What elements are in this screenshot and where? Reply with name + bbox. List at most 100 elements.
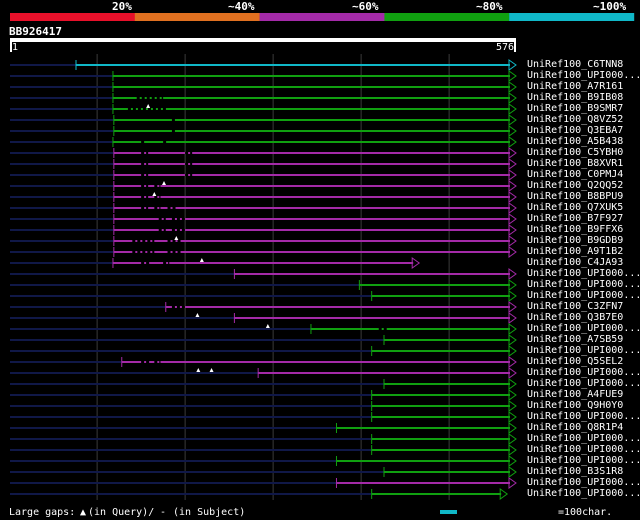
hit-label[interactable]: UniRef100_C5YBH0: [527, 147, 623, 158]
hit-arrowhead: [508, 466, 517, 478]
hit-arrowhead: [508, 59, 517, 71]
hit-label[interactable]: UniRef100_UPI000...: [527, 323, 640, 334]
hit-label[interactable]: UniRef100_A5B438: [527, 136, 623, 147]
hit-label[interactable]: UniRef100_Q5SEL2: [527, 356, 623, 367]
hit-arrowhead: [508, 191, 517, 203]
hit-arrowhead: [508, 70, 517, 82]
hit-label[interactable]: UniRef100_C4JA93: [527, 257, 623, 268]
hit-query-gap-marker: [152, 192, 157, 196]
hit-label[interactable]: UniRef100_Q3B7E0: [527, 312, 623, 323]
gaps-legend-in-query: (in Query)/: [88, 507, 155, 518]
legend-color-segment: [384, 13, 510, 21]
blast-hit-overview: 20% ~40% ~60% ~80% ~100% BB926417 1 576 …: [0, 0, 640, 520]
hit-label[interactable]: UniRef100_Q2QQ52: [527, 180, 623, 191]
hit-label[interactable]: UniRef100_B9FFX6: [527, 224, 623, 235]
hit-arrowhead: [508, 312, 517, 324]
query-bar: [10, 38, 516, 42]
hit-query-gap-marker: [146, 104, 151, 108]
hit-arrowhead: [508, 389, 517, 401]
hit-arrowhead: [411, 257, 421, 269]
query-start-tick: [10, 42, 12, 52]
hit-label[interactable]: UniRef100_C3ZFN7: [527, 301, 623, 312]
hit-label[interactable]: UniRef100_UPI000...: [527, 345, 640, 356]
legend-color-segment: [10, 13, 135, 21]
gaps-legend-in-subject: (in Subject): [173, 507, 246, 518]
hit-arrowhead: [508, 367, 517, 379]
hit-label[interactable]: UniRef100_UPI000...: [527, 455, 640, 466]
hit-arrowhead: [508, 92, 517, 104]
hit-arrowhead: [508, 125, 517, 137]
hit-arrowhead: [499, 488, 509, 500]
hit-label[interactable]: UniRef100_UPI000...: [527, 378, 640, 389]
hit-label[interactable]: UniRef100_UPI000...: [527, 279, 640, 290]
hit-label[interactable]: UniRef100_UPI000...: [527, 268, 640, 279]
gaps-legend-prefix: Large gaps:: [9, 507, 76, 518]
hit-label[interactable]: UniRef100_B9GDB9: [527, 235, 623, 246]
hit-arrowhead: [508, 180, 517, 192]
hit-arrowhead: [508, 114, 517, 126]
hit-arrowhead: [508, 279, 517, 291]
hit-arrowhead: [508, 356, 517, 368]
hit-label[interactable]: UniRef100_Q3EBA7: [527, 125, 623, 136]
hit-label[interactable]: UniRef100_UPI000...: [527, 367, 640, 378]
hit-label[interactable]: UniRef100_UPI000...: [527, 488, 640, 499]
hit-arrowhead: [508, 213, 517, 225]
hit-arrowhead: [508, 400, 517, 412]
hit-label[interactable]: UniRef100_Q7XUK5: [527, 202, 623, 213]
hit-arrowhead: [508, 81, 517, 93]
hit-label[interactable]: UniRef100_A7SB59: [527, 334, 623, 345]
hit-label[interactable]: UniRef100_A9T1B2: [527, 246, 623, 257]
scale-label: =100char.: [558, 507, 613, 518]
hit-label[interactable]: UniRef100_UPI000...: [527, 444, 640, 455]
legend-color-segment: [134, 13, 260, 21]
hit-label[interactable]: UniRef100_C6TNN8: [527, 59, 623, 70]
hit-label[interactable]: UniRef100_B8BPU9: [527, 191, 623, 202]
hit-query-gap-marker: [162, 181, 166, 185]
hit-arrowhead: [508, 136, 517, 148]
hit-query-gap-marker: [195, 313, 200, 317]
hit-arrowhead: [508, 301, 517, 313]
hit-label[interactable]: UniRef100_A4FUE9: [527, 389, 623, 400]
subject-gap-marker-icon: -: [160, 507, 167, 518]
hit-arrowhead: [508, 323, 517, 335]
hit-query-gap-marker: [196, 368, 201, 372]
hit-arrowhead: [508, 235, 517, 247]
hit-label[interactable]: UniRef100_UPI000...: [527, 290, 640, 301]
hit-arrowhead: [508, 224, 517, 236]
hit-arrowhead: [508, 477, 517, 489]
hit-arrowhead: [508, 334, 517, 346]
hit-label[interactable]: UniRef100_A7R161: [527, 81, 623, 92]
hit-arrowhead: [508, 444, 517, 456]
hit-arrowhead: [508, 246, 517, 258]
hit-label[interactable]: UniRef100_UPI000...: [527, 411, 640, 422]
hit-arrowhead: [508, 158, 517, 170]
hit-label[interactable]: UniRef100_Q8R1P4: [527, 422, 623, 433]
hit-label[interactable]: UniRef100_Q9H0Y0: [527, 400, 623, 411]
hit-label[interactable]: UniRef100_UPI000...: [527, 477, 640, 488]
hit-label[interactable]: UniRef100_UPI000...: [527, 433, 640, 444]
scale-bar: [440, 510, 457, 514]
hit-arrowhead: [508, 103, 517, 115]
hit-label[interactable]: UniRef100_B9IB08: [527, 92, 623, 103]
hit-label[interactable]: UniRef100_B8XVR1: [527, 158, 623, 169]
hit-label[interactable]: UniRef100_B7F927: [527, 213, 623, 224]
hit-arrowhead: [508, 345, 517, 357]
hit-query-gap-marker: [174, 236, 179, 240]
hit-query-gap-marker: [209, 368, 214, 372]
hit-label[interactable]: UniRef100_UPI000...: [527, 70, 640, 81]
hit-arrowhead: [508, 411, 517, 423]
hit-arrowhead: [508, 268, 517, 280]
hit-label[interactable]: UniRef100_C0PMJ4: [527, 169, 623, 180]
hit-query-gap-marker: [199, 258, 204, 262]
hit-arrowhead: [508, 169, 517, 181]
legend-color-segment: [509, 13, 635, 21]
hit-label[interactable]: UniRef100_Q8VZ52: [527, 114, 623, 125]
hit-label[interactable]: UniRef100_B3S1R8: [527, 466, 623, 477]
query-gap-marker-icon: ▲: [80, 507, 87, 518]
hit-arrowhead: [508, 422, 517, 434]
hit-arrowhead: [508, 147, 517, 159]
hit-query-gap-marker: [265, 324, 270, 328]
hit-arrowhead: [508, 455, 517, 467]
hit-label[interactable]: UniRef100_B9SMR7: [527, 103, 623, 114]
hit-arrowhead: [508, 378, 517, 390]
